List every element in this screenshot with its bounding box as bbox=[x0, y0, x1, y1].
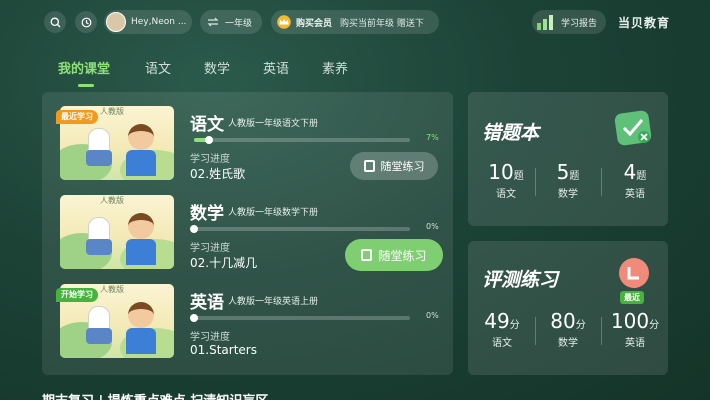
course-book: 人教版一年级英语上册 bbox=[228, 297, 319, 307]
progress-percent: 0% bbox=[426, 222, 439, 231]
vip-promo: 购买当前年级 赠送下 bbox=[340, 18, 424, 29]
recent-badge: 最近学习 bbox=[56, 110, 98, 124]
mistake-stat-chinese: 10题 语文 bbox=[476, 160, 536, 200]
thumb-caption: 人教版 bbox=[100, 285, 124, 294]
course-subject: 语文 bbox=[190, 115, 224, 135]
progress-percent: 0% bbox=[426, 311, 439, 320]
user-profile-button[interactable]: Hey,Neon ... bbox=[104, 10, 192, 34]
course-subject: 英语 bbox=[190, 293, 224, 313]
mistake-book-icon bbox=[614, 110, 652, 146]
mistake-book-card[interactable]: 错题本 10题 语文 5题 数学 4题 英语 bbox=[468, 92, 668, 226]
search-button[interactable] bbox=[44, 11, 66, 33]
practice-button-label: 随堂练习 bbox=[380, 160, 425, 173]
progress-label: 学习进度 bbox=[190, 243, 230, 254]
stat-value: 100 bbox=[610, 309, 650, 333]
stat-unit: 分 bbox=[575, 320, 586, 331]
stat-unit: 分 bbox=[509, 320, 520, 331]
stat-subject: 英语 bbox=[625, 189, 645, 200]
boy-illustration bbox=[128, 124, 154, 150]
boy-illustration bbox=[128, 213, 154, 239]
stat-value: 5 bbox=[556, 160, 570, 184]
current-lesson: 02.姓氏歌 bbox=[190, 167, 246, 181]
tab-english[interactable]: 英语 bbox=[263, 58, 289, 77]
stat-subject: 英语 bbox=[625, 338, 645, 349]
review-banner-title: 期末复习 | 提炼重点难点 扫清知识盲区 bbox=[42, 390, 268, 400]
current-lesson: 01.Starters bbox=[190, 343, 257, 357]
mistake-book-title: 错题本 bbox=[482, 122, 540, 144]
history-button[interactable] bbox=[75, 11, 97, 33]
assessment-stat-math: 80分 数学 bbox=[538, 309, 598, 349]
tab-chinese[interactable]: 语文 bbox=[145, 58, 171, 77]
avatar bbox=[106, 12, 126, 32]
mistake-stat-english: 4题 英语 bbox=[605, 160, 665, 200]
boy-illustration bbox=[128, 302, 154, 328]
divider bbox=[601, 168, 602, 196]
search-icon bbox=[50, 17, 60, 27]
stat-unit: 分 bbox=[649, 320, 660, 331]
study-report-button[interactable]: 学习报告 bbox=[532, 10, 606, 34]
tab-literacy[interactable]: 素养 bbox=[322, 58, 348, 77]
progress-label: 学习进度 bbox=[190, 332, 230, 343]
report-chart-icon bbox=[537, 15, 553, 30]
active-tab-indicator bbox=[78, 84, 94, 87]
assessment-stat-chinese: 49分 语文 bbox=[472, 309, 532, 349]
tab-math[interactable]: 数学 bbox=[204, 58, 230, 77]
assessment-icon bbox=[619, 258, 649, 288]
stat-value: 10 bbox=[488, 160, 514, 184]
history-icon bbox=[81, 17, 91, 27]
practice-doc-icon bbox=[361, 249, 373, 261]
thumb-caption: 人教版 bbox=[100, 107, 124, 116]
stat-subject: 数学 bbox=[558, 338, 578, 349]
grade-switch-button[interactable]: 一年级 bbox=[200, 10, 262, 34]
stat-unit: 题 bbox=[513, 171, 524, 182]
current-lesson: 02.十几减几 bbox=[190, 256, 258, 270]
practice-doc-icon bbox=[363, 160, 375, 172]
progress-bar bbox=[194, 136, 410, 144]
swap-icon bbox=[207, 17, 219, 27]
stat-value: 80 bbox=[550, 309, 576, 333]
course-thumbnail[interactable]: 人教版 bbox=[60, 195, 174, 269]
stat-subject: 语文 bbox=[496, 189, 516, 200]
practice-button-label: 随堂练习 bbox=[378, 248, 427, 263]
stat-subject: 语文 bbox=[492, 338, 512, 349]
recent-tag: 最近 bbox=[620, 291, 644, 304]
vip-purchase-button[interactable]: 购买会员 购买当前年级 赠送下 bbox=[271, 10, 439, 34]
divider bbox=[601, 317, 602, 345]
mistake-stat-math: 5题 数学 bbox=[538, 160, 598, 200]
course-item-english[interactable]: 人教版 开始学习 英语 人教版一年级英语上册 0% 学习进度 01.Starte… bbox=[56, 284, 450, 360]
start-badge: 开始学习 bbox=[56, 288, 98, 302]
divider bbox=[535, 317, 536, 345]
stat-subject: 数学 bbox=[558, 189, 578, 200]
grade-label: 一年级 bbox=[225, 18, 253, 29]
course-book: 人教版一年级语文下册 bbox=[228, 119, 319, 129]
course-list-panel: 人教版 最近学习 语文 人教版一年级语文下册 7% 学习进度 02.姓氏歌 随堂… bbox=[42, 92, 453, 375]
progress-bar bbox=[190, 314, 410, 322]
practice-button-focused[interactable]: 随堂练习 bbox=[345, 239, 443, 271]
tab-my-class[interactable]: 我的课堂 bbox=[58, 58, 110, 77]
crown-icon bbox=[277, 15, 291, 29]
course-item-chinese[interactable]: 人教版 最近学习 语文 人教版一年级语文下册 7% 学习进度 02.姓氏歌 随堂… bbox=[56, 106, 450, 182]
brand-logo: 当贝教育 bbox=[618, 16, 671, 30]
stat-value: 49 bbox=[484, 309, 510, 333]
user-name: Hey,Neon ... bbox=[131, 17, 187, 27]
study-report-label: 学习报告 bbox=[561, 18, 598, 29]
stat-value: 4 bbox=[623, 160, 637, 184]
divider bbox=[535, 168, 536, 196]
progress-percent: 7% bbox=[426, 133, 439, 142]
stat-unit: 题 bbox=[569, 171, 580, 182]
course-book: 人教版一年级数学下册 bbox=[228, 208, 319, 218]
vip-label: 购买会员 bbox=[296, 18, 333, 29]
progress-label: 学习进度 bbox=[190, 154, 230, 165]
practice-button[interactable]: 随堂练习 bbox=[350, 152, 438, 180]
course-item-math[interactable]: 人教版 数学 人教版一年级数学下册 0% 学习进度 02.十几减几 随堂练习 bbox=[60, 195, 450, 271]
assessment-card[interactable]: 评测练习 最近 49分 语文 80分 数学 100分 英语 bbox=[468, 241, 668, 375]
top-bar: Hey,Neon ... 一年级 购买会员 购买当前年级 赠送下 学习报告 当贝… bbox=[0, 0, 710, 44]
assessment-stat-english: 100分 英语 bbox=[605, 309, 665, 349]
course-subject: 数学 bbox=[190, 204, 224, 224]
assessment-title: 评测练习 bbox=[482, 269, 559, 291]
thumb-caption: 人教版 bbox=[100, 196, 124, 205]
stat-unit: 题 bbox=[636, 171, 647, 182]
progress-bar bbox=[190, 225, 410, 233]
